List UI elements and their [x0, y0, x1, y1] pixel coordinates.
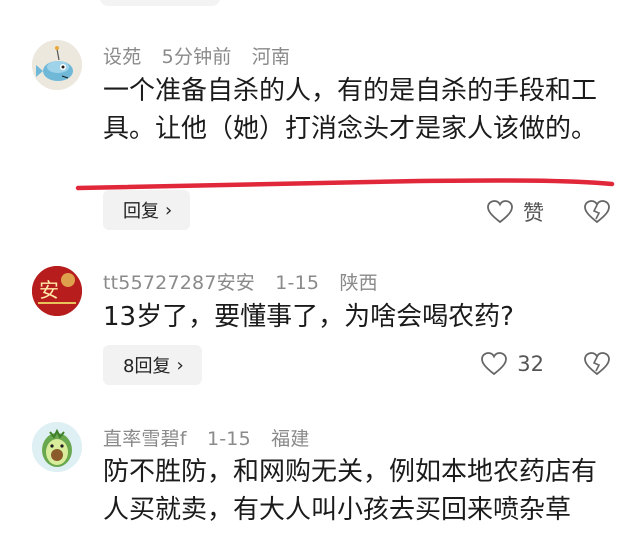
fish-avatar-icon [32, 40, 82, 90]
comment-time: 5分钟前 [161, 46, 232, 68]
author-name[interactable]: tt55727287安安 [103, 272, 255, 294]
like-button[interactable]: 32 [481, 352, 544, 376]
like-count: 32 [517, 352, 544, 376]
comment-time: 1-15 [275, 272, 320, 294]
comment-actions: 32 [481, 352, 610, 376]
comment-text: 一个准备自杀的人，有的是自杀的手段和工具。让他（她）打消念头才是家人该做的。 [103, 76, 598, 144]
chevron-right-icon: › [165, 199, 173, 221]
avatar-badge-text: 安 [39, 278, 59, 302]
comment-location: 陕西 [339, 272, 378, 294]
reply-button[interactable]: 回复 › [103, 190, 191, 230]
comment-time: 1-15 [206, 428, 251, 450]
author-name[interactable]: 直率雪碧f [103, 428, 187, 450]
heart-icon [487, 200, 513, 224]
reply-button[interactable]: 8回复 › [103, 345, 202, 385]
like-label: 赞 [523, 201, 544, 225]
like-button[interactable]: 赞 [487, 197, 544, 227]
reply-label: 回复 [123, 201, 159, 222]
avatar[interactable] [32, 422, 82, 472]
comment-text: 防不胜防，和网购无关，例如本地农药店有人买就卖，有大人叫小孩去买回来喷杂草 [103, 457, 598, 525]
avatar[interactable] [32, 40, 82, 90]
broken-heart-icon[interactable] [584, 200, 610, 224]
avocado-avatar-icon [32, 422, 82, 472]
chevron-right-icon: › [176, 354, 184, 376]
comment-meta: 直率雪碧f 1-15 福建 [103, 424, 324, 451]
comment-meta: tt55727287安安 1-15 陕西 [103, 268, 392, 295]
comment-meta: 设苑 5分钟前 河南 [103, 42, 304, 69]
author-name[interactable]: 设苑 [103, 46, 141, 68]
comment-actions: 赞 [487, 197, 610, 227]
previous-reply-button[interactable] [100, 0, 220, 6]
red-annotation-underline [75, 178, 615, 191]
comment-location: 福建 [271, 428, 310, 450]
broken-heart-icon[interactable] [584, 352, 610, 376]
comment-text: 13岁了，要懂事了，为啥会喝农药? [103, 302, 514, 332]
avatar[interactable]: 安 [32, 266, 82, 316]
reply-label: 8回复 [123, 356, 171, 377]
red-character-avatar-icon: 安 [32, 266, 82, 316]
comment-location: 河南 [251, 46, 291, 68]
heart-icon [481, 352, 508, 376]
